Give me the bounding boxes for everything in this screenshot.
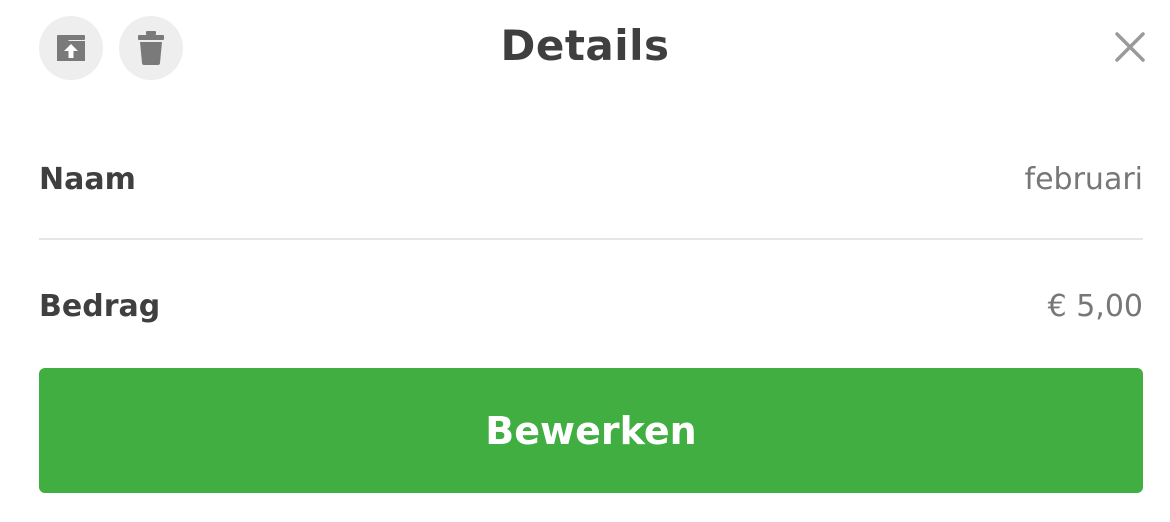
edit-button-label: Bewerken [485,408,697,453]
trash-icon [138,31,164,65]
field-label: Bedrag [39,288,161,324]
delete-button[interactable] [119,16,183,80]
field-value: € 5,00 [1047,288,1143,324]
archive-button[interactable] [39,16,103,80]
edit-button[interactable]: Bewerken [39,368,1143,493]
field-value: februari [1024,161,1143,197]
field-row-naam: Naam februari [39,149,1143,209]
panel-header: Details [0,0,1170,94]
field-label: Naam [39,161,136,197]
divider [39,238,1143,240]
close-icon [1115,32,1145,62]
field-row-bedrag: Bedrag € 5,00 [39,276,1143,336]
details-panel: Details Naam februari Bedrag € 5,00 Bewe… [0,0,1170,522]
close-button[interactable] [1110,27,1150,67]
archive-upload-icon [57,35,85,61]
